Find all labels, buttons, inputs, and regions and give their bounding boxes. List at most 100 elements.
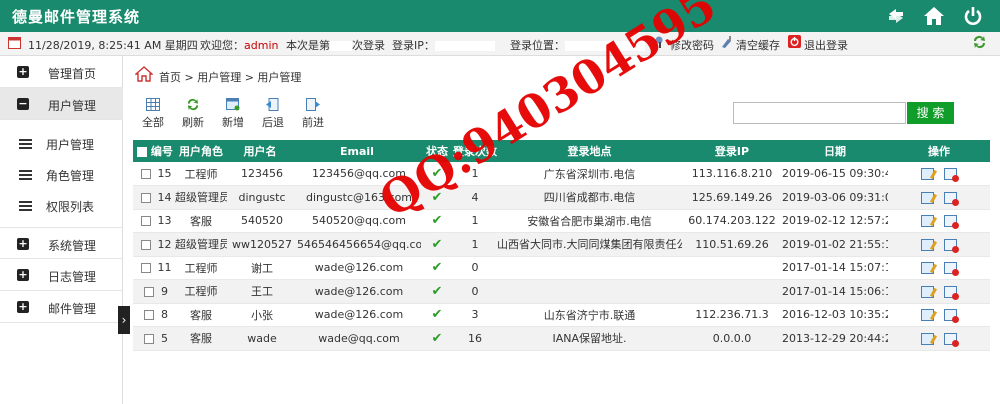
switch-icon[interactable] (884, 4, 908, 28)
home-icon[interactable] (134, 66, 154, 82)
broom-icon (720, 35, 734, 52)
edit-icon[interactable] (921, 309, 934, 322)
cell-status: ✔ (421, 162, 453, 186)
delete-icon[interactable] (944, 262, 959, 277)
cell-id: 15 (133, 162, 175, 186)
delete-icon[interactable] (944, 285, 959, 300)
back-icon (266, 98, 280, 111)
delete-icon[interactable] (944, 309, 959, 324)
expand-icon: + (17, 268, 29, 281)
cell-email: wade@126.com (293, 279, 421, 304)
edit-icon[interactable] (921, 332, 934, 345)
logout-link[interactable]: 退出登录 (804, 37, 848, 53)
cell-login-count: 16 (453, 326, 497, 351)
sidebar-item-mail-management[interactable]: + 邮件管理 (0, 291, 123, 323)
sidebar-item-system-management[interactable]: + 系统管理 (0, 227, 123, 259)
edit-icon[interactable] (921, 191, 934, 204)
cell-username: 小张 (227, 303, 293, 327)
sidebar-item-user-management[interactable]: − 用户管理 (0, 88, 123, 120)
welcome-label: 欢迎您：admin (200, 39, 279, 52)
cell-login-ip: 0.0.0.0 (682, 326, 782, 351)
clear-cache-link[interactable]: 清空缓存 (736, 37, 780, 53)
table-row[interactable]: 8 客服 小张 wade@126.com ✔ 3 山东省济宁市.联通 112.236.71.3… (133, 303, 990, 327)
cell-login-count: 1 (453, 162, 497, 186)
edit-icon[interactable] (921, 238, 934, 251)
toolbar-add-button[interactable]: 新增 (218, 98, 248, 130)
column-date: 日期 (782, 140, 888, 162)
cell-date: 2017-01-14 15:06:18 (782, 279, 888, 304)
row-checkbox[interactable] (140, 169, 151, 179)
delete-icon[interactable] (944, 191, 959, 206)
select-all-checkbox[interactable] (137, 147, 147, 157)
table-row[interactable]: 12 超级管理员 ww120527 546546456654@qq.com ✔ 1 山西省大… (133, 232, 990, 257)
sidebar-item-label: 邮件管理 (48, 302, 97, 316)
toolbar-forward-button[interactable]: 前进 (298, 98, 328, 130)
edit-icon[interactable] (921, 168, 934, 180)
toolbar-label: 全部 (142, 116, 164, 129)
toolbar-label: 后退 (262, 116, 284, 129)
column-id: 编号 (133, 140, 175, 162)
cell-role: 工程师 (175, 279, 227, 304)
cell-date: 2017-01-14 15:07:18 (782, 256, 888, 280)
cell-id: 13 (133, 209, 175, 233)
row-checkbox[interactable] (144, 286, 154, 297)
table-row[interactable]: 15 工程师 123456 123456@qq.com ✔ 1 广东省深圳市.电信 113.1… (133, 162, 990, 186)
cell-date: 2016-12-03 10:35:21 (782, 303, 888, 327)
sidebar-item-home[interactable]: + 管理首页 (0, 56, 123, 88)
cell-role: 客服 (175, 209, 227, 233)
cell-login-ip (682, 256, 782, 280)
cell-actions (888, 232, 990, 257)
table-row[interactable]: 13 客服 540520 540520@qq.com ✔ 1 安徽省合肥市巢湖市.电信 60.… (133, 209, 990, 233)
delete-icon[interactable] (944, 215, 959, 230)
change-password-link[interactable]: 修改密码 (670, 37, 714, 53)
row-checkbox[interactable] (140, 216, 151, 227)
edit-icon[interactable] (921, 215, 934, 228)
delete-icon[interactable] (944, 238, 959, 253)
cell-username: wade (227, 326, 293, 351)
cell-login-count: 0 (453, 279, 497, 304)
cell-username: ww120527 (227, 232, 293, 257)
row-checkbox[interactable] (140, 263, 151, 274)
search-button[interactable]: 搜 索 (907, 102, 954, 124)
sidebar-item-log-management[interactable]: + 日志管理 (0, 259, 123, 291)
column-status: 状态 (421, 140, 453, 162)
login-location: 登录位置： (510, 37, 645, 53)
row-checkbox[interactable] (140, 239, 151, 250)
search-input[interactable] (733, 102, 906, 124)
check-icon: ✔ (431, 236, 443, 252)
top-bar: 德曼邮件管理系统 (0, 0, 1000, 32)
expand-icon: + (17, 237, 29, 250)
power-icon[interactable] (961, 4, 985, 28)
delete-icon[interactable] (944, 168, 959, 182)
delete-icon[interactable] (944, 332, 959, 347)
check-icon: ✔ (431, 330, 443, 346)
table-header: 编号 用户角色 用户名 Email 状态 登录次数 登录地点 登录IP 日期 操… (133, 140, 990, 162)
cell-actions (888, 256, 990, 280)
toolbar-label: 刷新 (182, 116, 204, 129)
sidebar-subitem-permission-list[interactable]: 权限列表 (0, 190, 123, 221)
edit-icon[interactable] (921, 262, 934, 275)
cell-username: dingustc (227, 185, 293, 210)
cell-actions (888, 209, 990, 233)
cell-email: dingustc@163.com (293, 185, 421, 210)
sidebar-toggle-button[interactable]: › (118, 306, 130, 334)
home-icon[interactable] (922, 4, 946, 28)
row-checkbox[interactable] (140, 192, 151, 203)
toolbar-refresh-button[interactable]: 刷新 (178, 98, 208, 130)
table-row[interactable]: 14 超级管理员 dingustc dingustc@163.com ✔ 4 四川省成都市.… (133, 185, 990, 210)
cell-login-location: 四川省成都市.电信 (497, 185, 682, 210)
table-row[interactable]: 11 工程师 谢工 wade@126.com ✔ 0 2017-01-14 15:07:18 (133, 256, 990, 280)
toolbar-all-button[interactable]: 全部 (138, 98, 168, 130)
row-checkbox[interactable] (144, 333, 154, 344)
toolbar-back-button[interactable]: 后退 (258, 98, 288, 130)
sidebar-item-label: 日志管理 (48, 270, 97, 284)
sidebar-subitem-user-management[interactable]: 用户管理 (0, 128, 123, 159)
check-icon: ✔ (431, 213, 443, 229)
sidebar-subitem-role-management[interactable]: 角色管理 (0, 159, 123, 190)
table-row[interactable]: 5 客服 wade wade@qq.com ✔ 16 IANA保留地址. 0.0.0.0 201… (133, 326, 990, 351)
table-row[interactable]: 9 工程师 王工 wade@126.com ✔ 0 2017-01-14 15:06:18 (133, 279, 990, 304)
refresh-icon[interactable] (972, 35, 987, 52)
edit-icon[interactable] (921, 285, 934, 298)
row-checkbox[interactable] (144, 310, 154, 321)
check-icon: ✔ (431, 166, 443, 181)
